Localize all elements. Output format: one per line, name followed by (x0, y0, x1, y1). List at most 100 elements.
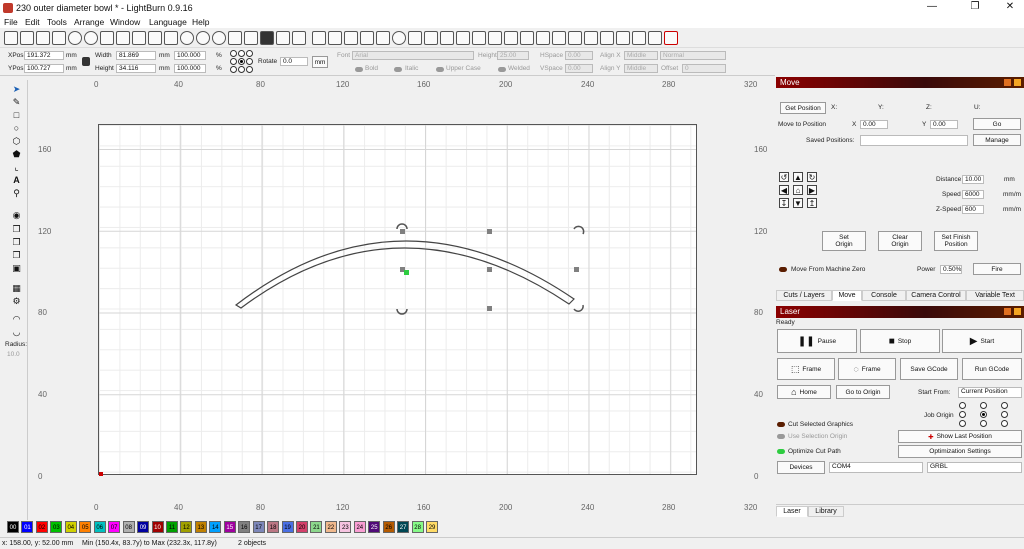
panel-float-icon[interactable] (1004, 308, 1011, 315)
palette-swatch-14[interactable]: 14 (209, 521, 222, 533)
palette-swatch-07[interactable]: 07 (108, 521, 121, 533)
circular-array-icon[interactable]: ⚙ (11, 296, 22, 306)
rotate-handle[interactable] (396, 223, 408, 230)
hspace-field[interactable]: 0.00 (565, 51, 593, 60)
close-button[interactable]: ✕ (996, 1, 1024, 12)
ellipse-icon[interactable]: ○ (11, 123, 22, 133)
paste-icon[interactable] (132, 31, 146, 45)
zoom-in-icon[interactable] (180, 31, 194, 45)
use-selection-origin-toggle[interactable] (777, 434, 785, 439)
align-x-select[interactable]: Middle (624, 51, 658, 60)
menu-edit[interactable]: Edit (25, 17, 40, 27)
align-right-icon[interactable] (424, 31, 438, 45)
maximize-button[interactable]: ❐ (961, 1, 989, 12)
group-icon[interactable] (312, 31, 326, 45)
align-hcenter-icon[interactable] (440, 31, 454, 45)
palette-swatch-23[interactable]: 23 (339, 521, 352, 533)
undo-icon[interactable] (68, 31, 82, 45)
font-select[interactable]: Arial (352, 51, 474, 60)
arrow-right-icon[interactable]: ▶ (807, 185, 817, 195)
palette-swatch-17[interactable]: 17 (252, 521, 265, 533)
scale-height-field[interactable]: 100.000 (174, 64, 206, 73)
devices-button[interactable]: Devices (777, 461, 825, 474)
menu-file[interactable]: File (4, 17, 18, 27)
mirror-icon[interactable] (376, 31, 390, 45)
camera-icon[interactable] (244, 31, 258, 45)
italic-toggle[interactable] (394, 67, 402, 72)
make-same-width-icon[interactable] (568, 31, 582, 45)
z-down-icon[interactable]: ↧ (779, 198, 789, 208)
zoom-out-icon[interactable] (196, 31, 210, 45)
grid-array-icon[interactable]: ▦ (11, 283, 22, 293)
move-icon[interactable] (164, 31, 178, 45)
palette-swatch-16[interactable]: 16 (238, 521, 251, 533)
rotate-cw-icon[interactable]: ↻ (807, 172, 817, 182)
manage-button[interactable]: Manage (973, 134, 1021, 146)
menu-language[interactable]: Language (149, 17, 187, 27)
palette-swatch-26[interactable]: 26 (382, 521, 395, 533)
clear-origin-button[interactable]: Clear Origin (878, 231, 922, 251)
align-vcenter-icon[interactable] (488, 31, 502, 45)
zoom-fit-icon[interactable] (212, 31, 226, 45)
align-y-select[interactable]: Middle (624, 64, 658, 73)
palette-swatch-00[interactable]: 00 (7, 521, 19, 533)
arrow-down-icon[interactable]: ▼ (793, 198, 803, 208)
panel-close-icon[interactable] (1014, 79, 1021, 86)
distribute-space-icon[interactable] (536, 31, 550, 45)
selection-handle[interactable] (574, 267, 579, 272)
arrow-up-icon[interactable]: ▲ (793, 172, 803, 182)
settings-icon[interactable] (276, 31, 290, 45)
polygon-icon[interactable]: ⬡ (11, 136, 22, 146)
flip-horizontal-icon[interactable] (344, 31, 358, 45)
palette-swatch-02[interactable]: 02 (35, 521, 48, 533)
pentagon-icon[interactable]: ⬟ (11, 149, 22, 159)
palette-swatch-13[interactable]: 13 (194, 521, 207, 533)
zspeed-field[interactable]: 600 (962, 205, 984, 214)
frame-round-button[interactable]: ◌ Frame (838, 358, 896, 380)
palette-swatch-05[interactable]: 05 (79, 521, 92, 533)
pause-button[interactable]: ❚❚ Pause (777, 329, 857, 353)
align-center-icon[interactable] (392, 31, 406, 45)
power-field[interactable]: 0.50% (940, 265, 962, 274)
ungroup-icon[interactable] (328, 31, 342, 45)
round-corners-icon[interactable]: ◡ (11, 327, 22, 337)
font-style-select[interactable]: Normal (660, 51, 726, 60)
text-tool-icon[interactable]: A (11, 175, 22, 185)
offset-field[interactable]: 0 (682, 64, 726, 73)
lock-aspect-icon[interactable] (82, 57, 90, 66)
panel-float-icon[interactable] (1004, 79, 1011, 86)
panel-close-icon[interactable] (1014, 308, 1021, 315)
cut-icon[interactable] (116, 31, 130, 45)
palette-swatch-25[interactable]: 25 (368, 521, 381, 533)
design-shapes[interactable] (99, 125, 698, 476)
port-select[interactable]: COM4 (829, 462, 923, 473)
go-to-origin-button[interactable]: Go to Origin (836, 385, 890, 399)
arrow-left-icon[interactable]: ◀ (779, 185, 789, 195)
tab-library[interactable]: Library (808, 506, 844, 517)
redo-icon[interactable] (84, 31, 98, 45)
job-origin-grid[interactable] (959, 402, 1011, 428)
move-together-icon[interactable] (552, 31, 566, 45)
xpos-field[interactable]: 191.372 (24, 51, 64, 60)
tab-laser[interactable]: Laser (776, 506, 808, 517)
tab-console[interactable]: Console (862, 290, 906, 301)
boolean-intersect-icon[interactable]: ❐ (11, 250, 22, 260)
palette-swatch-01[interactable]: 01 (21, 521, 34, 533)
upper-case-toggle[interactable] (436, 67, 444, 72)
boolean-subtract-icon[interactable]: ❐ (11, 237, 22, 247)
palette-swatch-20[interactable]: 20 (296, 521, 308, 533)
center-handle[interactable] (404, 270, 409, 275)
open-file-icon[interactable] (20, 31, 34, 45)
tab-move[interactable]: Move (832, 290, 862, 301)
saved-positions-select[interactable] (860, 135, 968, 146)
import-icon[interactable] (52, 31, 66, 45)
set-origin-button[interactable]: Set Origin (822, 231, 866, 251)
ypos-field[interactable]: 100.727 (24, 64, 64, 73)
save-icon[interactable] (36, 31, 50, 45)
selection-handle[interactable] (400, 229, 405, 234)
start-from-select[interactable]: Current Position (958, 387, 1022, 398)
palette-swatch-03[interactable]: 03 (50, 521, 63, 533)
go-button[interactable]: Go (973, 118, 1021, 130)
flip-vertical-icon[interactable] (360, 31, 374, 45)
delete-icon[interactable] (148, 31, 162, 45)
